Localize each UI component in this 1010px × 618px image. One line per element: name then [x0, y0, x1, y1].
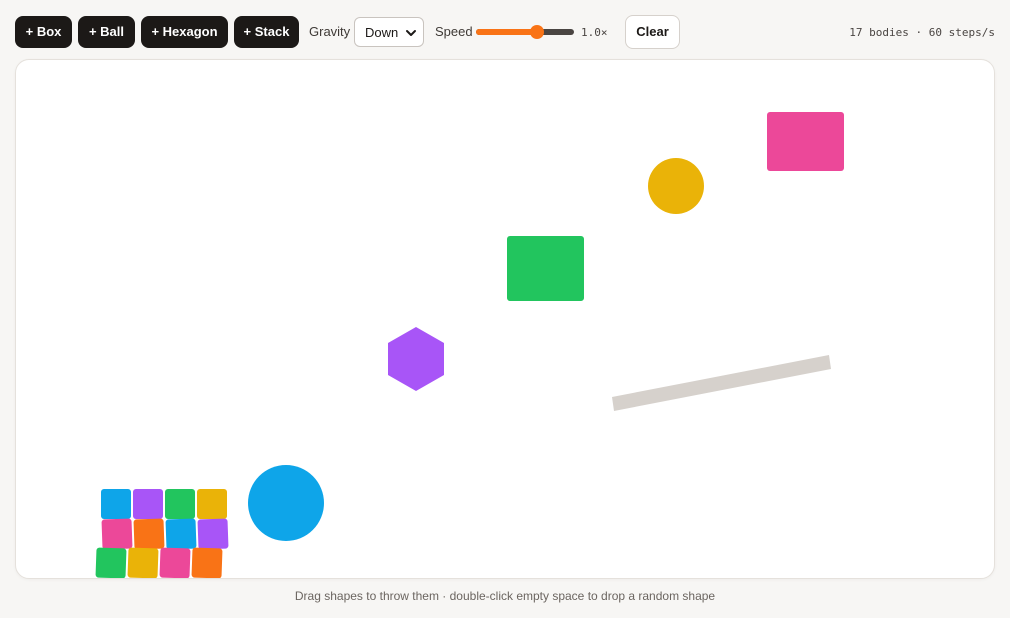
stats-readout: 17 bodies · 60 steps/s	[849, 26, 995, 39]
gravity-select[interactable]: Down	[354, 17, 424, 47]
gravity-value: Down	[365, 25, 399, 40]
stack-box[interactable]	[197, 489, 227, 519]
chevron-down-icon	[406, 30, 416, 36]
stack-box[interactable]	[197, 518, 229, 550]
stack-box[interactable]	[165, 489, 195, 519]
add-stack-button[interactable]: + Stack	[234, 16, 299, 48]
speed-slider-thumb[interactable]	[529, 25, 544, 39]
speed-readout: 1.0×	[581, 26, 608, 39]
green-box[interactable]	[507, 236, 584, 301]
stack-box[interactable]	[127, 547, 159, 578]
yellow-ball[interactable]	[648, 158, 704, 214]
gravity-label: Gravity	[309, 24, 351, 39]
box-stack[interactable]	[95, 489, 229, 579]
purple-hexagon[interactable]	[388, 327, 444, 391]
stack-box[interactable]	[191, 547, 223, 578]
add-box-button[interactable]: + Box	[15, 16, 72, 48]
speed-label: Speed	[435, 24, 473, 39]
stack-box[interactable]	[133, 518, 165, 550]
stack-box[interactable]	[95, 547, 127, 578]
stack-box[interactable]	[101, 518, 133, 550]
stack-box[interactable]	[133, 489, 163, 519]
stack-box[interactable]	[165, 518, 197, 550]
add-hexagon-button[interactable]: + Hexagon	[141, 16, 228, 48]
pink-box[interactable]	[767, 112, 844, 171]
static-platform	[612, 355, 831, 411]
hint-text: Drag shapes to throw them · double-click…	[294, 589, 716, 603]
speed-slider[interactable]	[476, 24, 574, 40]
blue-ball[interactable]	[248, 465, 324, 541]
stack-box[interactable]	[159, 547, 191, 578]
stack-box[interactable]	[101, 489, 131, 519]
speed-slider-fill	[476, 29, 537, 35]
physics-scene	[95, 112, 844, 579]
clear-button[interactable]: Clear	[625, 15, 680, 49]
toolbar: + Box + Ball + Hexagon + Stack Gravity D…	[0, 0, 1010, 60]
add-ball-button[interactable]: + Ball	[78, 16, 135, 48]
physics-canvas[interactable]	[15, 59, 995, 579]
